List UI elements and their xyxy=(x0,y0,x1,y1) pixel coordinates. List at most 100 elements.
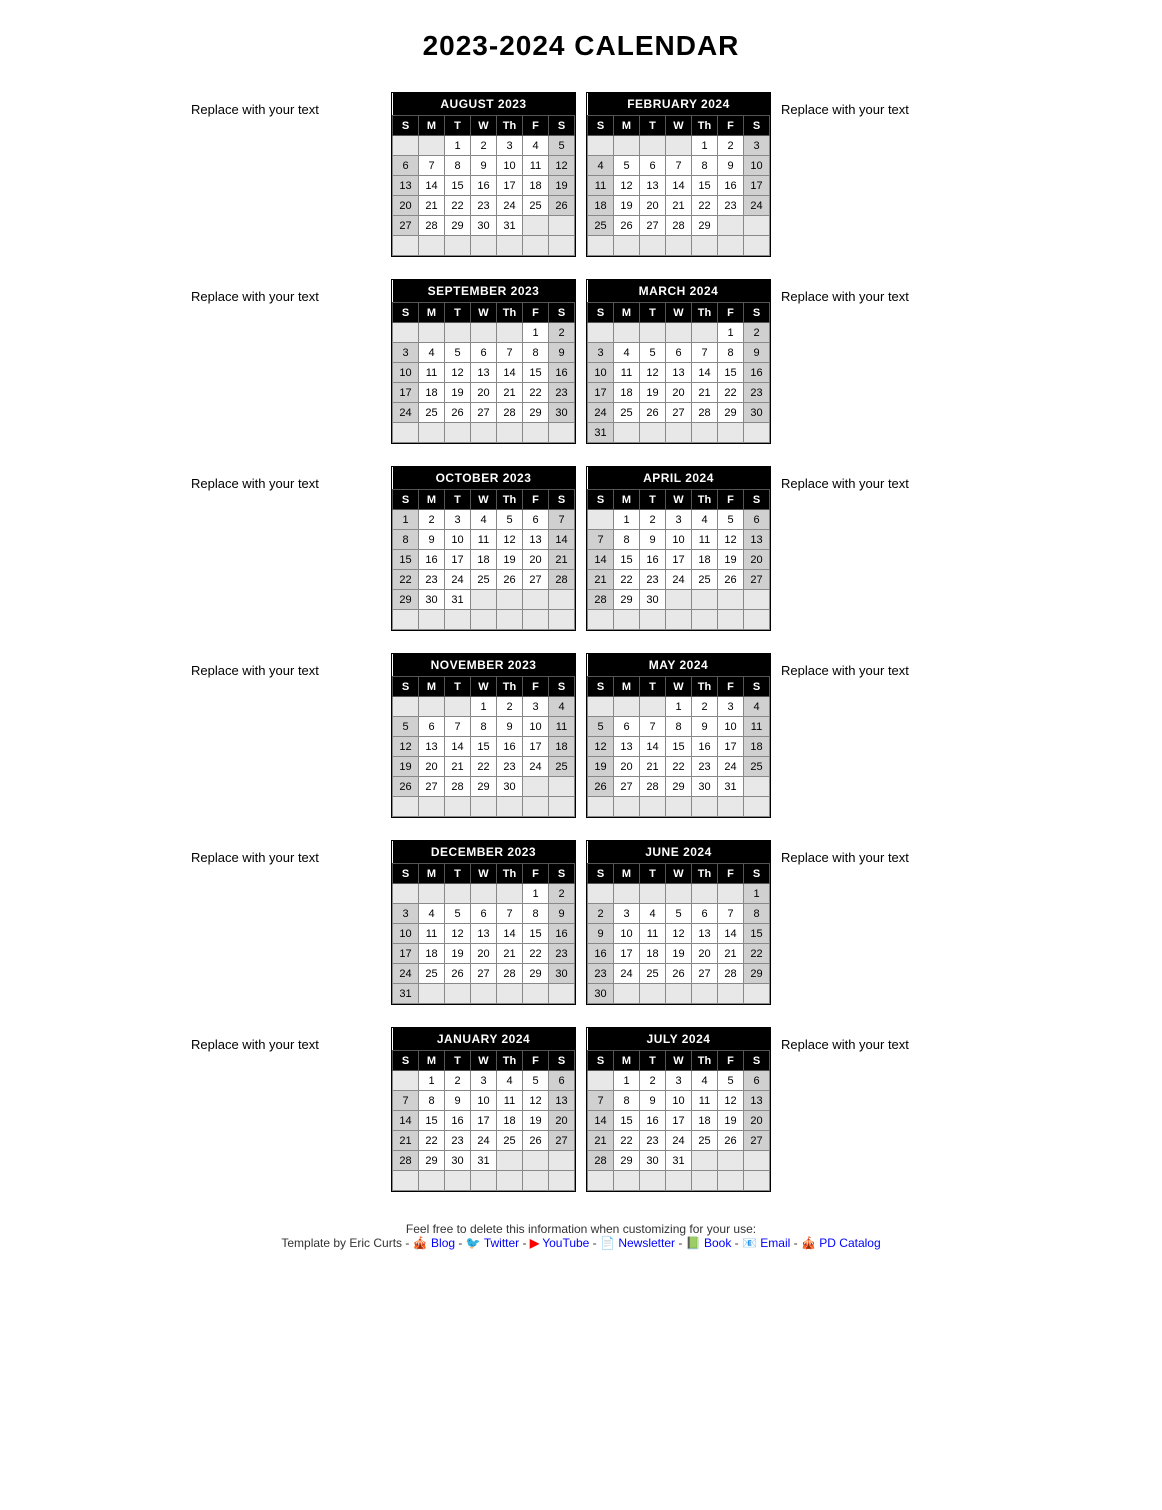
calendar-day xyxy=(523,216,549,236)
calendar-day xyxy=(640,323,666,343)
day-header: S xyxy=(744,490,770,510)
calendar-day: 20 xyxy=(471,944,497,964)
calendar-day: 6 xyxy=(393,156,419,176)
calendar-day: 15 xyxy=(718,363,744,383)
calendar-day xyxy=(640,610,666,630)
calendar-day: 7 xyxy=(588,1091,614,1111)
day-header: M xyxy=(419,864,445,884)
calendar-day xyxy=(588,610,614,630)
day-header: M xyxy=(419,677,445,697)
calendar-day: 30 xyxy=(640,1151,666,1171)
calendar-day: 18 xyxy=(549,737,575,757)
month-header: MARCH 2024 xyxy=(588,280,770,303)
calendar-day xyxy=(549,423,575,443)
day-header: S xyxy=(393,116,419,136)
day-header: T xyxy=(640,1051,666,1071)
calendar-day: 19 xyxy=(497,550,523,570)
newsletter-link[interactable]: Newsletter xyxy=(618,1236,675,1250)
calendar-day xyxy=(471,984,497,1004)
pd-link[interactable]: PD Catalog xyxy=(819,1236,880,1250)
calendar-day: 26 xyxy=(445,964,471,984)
calendar-day: 3 xyxy=(614,904,640,924)
calendar-day: 28 xyxy=(640,777,666,797)
calendar-day: 8 xyxy=(419,1091,445,1111)
calendar-day: 11 xyxy=(497,1091,523,1111)
calendar-day: 25 xyxy=(497,1131,523,1151)
calendar-day: 19 xyxy=(393,757,419,777)
calendar-day: 6 xyxy=(523,510,549,530)
calendar-day xyxy=(523,590,549,610)
calendar-day: 20 xyxy=(614,757,640,777)
calendar-wrapper: AUGUST 2023SMTWThFS123456789101112131415… xyxy=(391,92,576,257)
calendar-day: 8 xyxy=(393,530,419,550)
calendar-day: 29 xyxy=(471,777,497,797)
email-link[interactable]: Email xyxy=(760,1236,790,1250)
calendar-day: 20 xyxy=(744,1111,770,1131)
calendar-day xyxy=(588,797,614,817)
calendar-day xyxy=(640,423,666,443)
calendar-day: 12 xyxy=(497,530,523,550)
calendar-day: 11 xyxy=(692,1091,718,1111)
calendar-day: 22 xyxy=(523,944,549,964)
right-side-text: Replace with your text xyxy=(771,1027,971,1052)
calendar-day: 19 xyxy=(718,550,744,570)
calendar-day xyxy=(744,797,770,817)
day-header: F xyxy=(718,490,744,510)
day-header: F xyxy=(523,303,549,323)
calendar-day: 8 xyxy=(718,343,744,363)
calendar-day: 15 xyxy=(471,737,497,757)
calendar-day: 24 xyxy=(445,570,471,590)
day-header: F xyxy=(523,490,549,510)
calendar-day xyxy=(718,1151,744,1171)
calendar-day xyxy=(692,984,718,1004)
calendar-day xyxy=(523,610,549,630)
calendar-day: 23 xyxy=(549,944,575,964)
calendar-day: 2 xyxy=(549,884,575,904)
calendar-day: 29 xyxy=(393,590,419,610)
day-header: M xyxy=(614,864,640,884)
calendar-row: Replace with your textAUGUST 2023SMTWThF… xyxy=(20,92,1142,257)
calendar-day: 22 xyxy=(419,1131,445,1151)
left-side-text: Replace with your text xyxy=(191,1027,391,1052)
calendar-day xyxy=(393,236,419,256)
calendar-day: 11 xyxy=(523,156,549,176)
calendar-wrapper: APRIL 2024SMTWThFS1234567891011121314151… xyxy=(586,466,771,631)
calendar-day: 14 xyxy=(393,1111,419,1131)
calendar-day: 24 xyxy=(718,757,744,777)
calendar-day: 11 xyxy=(419,363,445,383)
calendar-day: 16 xyxy=(744,363,770,383)
calendar-day: 13 xyxy=(666,363,692,383)
calendar-day xyxy=(445,610,471,630)
calendar-day: 28 xyxy=(549,570,575,590)
youtube-link[interactable]: YouTube xyxy=(542,1236,589,1250)
book-link[interactable]: Book xyxy=(704,1236,731,1250)
calendar-day: 30 xyxy=(445,1151,471,1171)
calendar-day xyxy=(523,797,549,817)
day-header: T xyxy=(445,303,471,323)
twitter-link[interactable]: Twitter xyxy=(484,1236,519,1250)
calendar-day: 20 xyxy=(419,757,445,777)
calendar-day xyxy=(692,1151,718,1171)
calendar-day: 27 xyxy=(471,964,497,984)
calendar-day: 28 xyxy=(718,964,744,984)
calendars-pair: OCTOBER 2023SMTWThFS12345678910111213141… xyxy=(391,466,771,631)
calendar-day: 7 xyxy=(718,904,744,924)
day-header: Th xyxy=(497,303,523,323)
calendar-day xyxy=(393,1171,419,1191)
calendar-day: 17 xyxy=(718,737,744,757)
calendar-table: JUNE 2024SMTWThFS12345678910111213141516… xyxy=(587,841,770,1004)
left-side-text: Replace with your text xyxy=(191,466,391,491)
calendar-day: 8 xyxy=(614,530,640,550)
calendar-day xyxy=(718,236,744,256)
blog-link[interactable]: Blog xyxy=(431,1236,455,1250)
calendar-day: 17 xyxy=(393,383,419,403)
right-side-text: Replace with your text xyxy=(771,840,971,865)
calendar-table: MARCH 2024SMTWThFS1234567891011121314151… xyxy=(587,280,770,443)
footer-line1: Feel free to delete this information whe… xyxy=(20,1222,1142,1236)
calendar-day: 12 xyxy=(523,1091,549,1111)
calendar-day xyxy=(445,884,471,904)
calendar-day: 24 xyxy=(497,196,523,216)
calendar-day xyxy=(523,777,549,797)
calendar-day xyxy=(549,236,575,256)
calendar-day: 15 xyxy=(523,363,549,383)
